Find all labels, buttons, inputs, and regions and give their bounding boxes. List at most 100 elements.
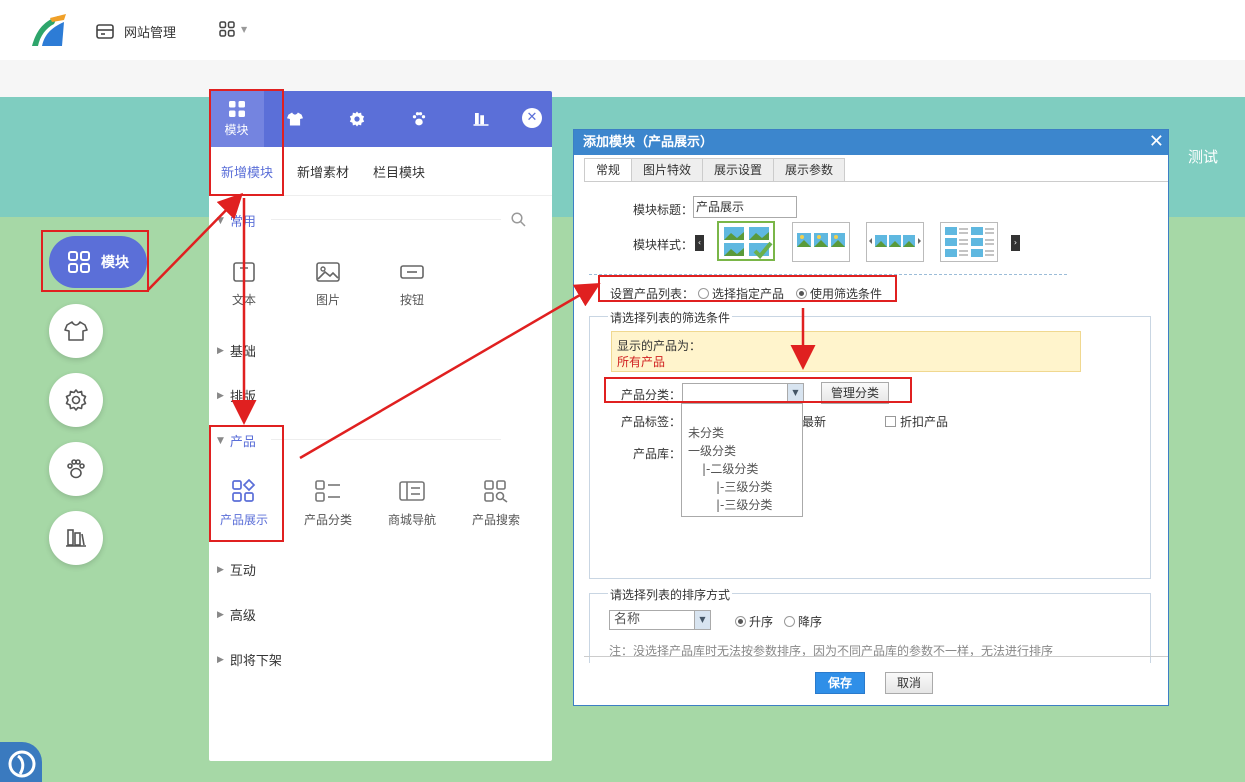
image-icon xyxy=(315,261,341,283)
module-item-image-label: 图片 xyxy=(315,293,340,307)
books-icon xyxy=(64,526,88,550)
search-icon[interactable] xyxy=(511,212,526,227)
display-products-value: 所有产品 xyxy=(617,355,666,369)
style-next-button[interactable]: › xyxy=(1011,235,1020,251)
section-soon-removed[interactable]: ▶ 即将下架 xyxy=(217,650,282,669)
monitor-icon xyxy=(96,23,114,40)
tag-newest-label[interactable]: 最新 xyxy=(802,413,826,430)
mall-nav-icon xyxy=(398,479,426,503)
category-option[interactable]: 未分类 xyxy=(688,424,802,442)
section-interact-label: 互动 xyxy=(229,564,256,579)
dock-module-button[interactable]: 模块 xyxy=(49,236,147,288)
subtab-column-module[interactable]: 栏目模块 xyxy=(361,162,437,181)
sort-field-select[interactable]: 名称 ▼ xyxy=(609,610,711,630)
annotation-box-product-list xyxy=(598,275,897,302)
module-style-label: 模块样式： xyxy=(633,238,694,252)
section-layout[interactable]: ▶ 排版 xyxy=(217,386,256,405)
bottom-brand-logo[interactable] xyxy=(0,742,42,782)
apps-menu[interactable]: ▼ xyxy=(219,21,247,37)
module-title-label: 模块标题： xyxy=(633,203,694,217)
section-soon-removed-label: 即将下架 xyxy=(229,654,282,669)
category-dropdown-list: 未分类 一级分类 |-二级分类 |-三级分类 |-三级分类 xyxy=(681,403,803,517)
caret-right-icon: ▶ xyxy=(217,654,224,665)
section-interact[interactable]: ▶ 互动 xyxy=(217,560,256,579)
site-logo[interactable] xyxy=(28,12,68,48)
annotation-box-product-section xyxy=(209,425,284,542)
button-icon xyxy=(399,261,425,283)
tag-label: 产品标签： xyxy=(621,415,682,429)
module-item-product-search[interactable]: 产品搜索 xyxy=(461,479,531,528)
subtab-new-material[interactable]: 新增素材 xyxy=(285,162,361,181)
grid-icon xyxy=(67,250,91,274)
module-item-mall-nav[interactable]: 商城导航 xyxy=(377,479,447,528)
dock-library-button[interactable] xyxy=(49,511,103,565)
sort-legend: 请选择列表的排序方式 xyxy=(608,586,733,603)
module-item-product-category-label: 产品分类 xyxy=(303,513,352,527)
radio-circle xyxy=(735,616,746,627)
dialog-tab-display-params[interactable]: 展示参数 xyxy=(773,158,846,182)
sub-bar xyxy=(0,60,1245,97)
dock-theme-button[interactable] xyxy=(49,304,103,358)
filter-legend: 请选择列表的筛选条件 xyxy=(608,309,733,326)
panel-tab-settings[interactable] xyxy=(329,91,384,147)
style-thumb-carousel[interactable] xyxy=(866,222,924,262)
library-label: 产品库： xyxy=(633,447,682,461)
panel-tab-library[interactable] xyxy=(453,91,508,147)
tag-discount-label: 折扣产品 xyxy=(900,415,949,429)
chevron-down-icon: ▼ xyxy=(241,24,248,34)
caret-right-icon: ▶ xyxy=(217,609,224,620)
dock-settings-button[interactable] xyxy=(49,373,103,427)
section-common[interactable]: ▼ 常用 xyxy=(217,211,256,230)
add-module-dialog: 添加模块（产品展示） ✕ 常规 图片特效 展示设置 展示参数 模块标题： 产品展… xyxy=(573,129,1169,706)
paw-icon xyxy=(410,110,428,128)
dialog-tab-general[interactable]: 常规 xyxy=(584,158,633,182)
text-icon xyxy=(232,261,256,283)
gear-icon xyxy=(64,388,88,412)
dock-plugin-button[interactable] xyxy=(49,442,103,496)
dialog-title: 添加模块（产品展示） ✕ xyxy=(574,130,1168,155)
sort-desc-radio[interactable]: 降序 xyxy=(784,613,822,630)
dialog-title-text: 添加模块（产品展示） xyxy=(583,135,714,150)
site-manage-menu[interactable]: 网站管理 xyxy=(96,22,176,41)
section-layout-label: 排版 xyxy=(229,390,256,405)
cancel-button[interactable]: 取消 xyxy=(885,672,933,694)
module-item-image[interactable]: 图片 xyxy=(293,261,363,308)
section-basic[interactable]: ▶ 基础 xyxy=(217,341,256,360)
module-item-product-search-label: 产品搜索 xyxy=(471,513,520,527)
section-product-line xyxy=(271,439,501,440)
annotation-box-panel-tab xyxy=(209,89,284,196)
top-bar xyxy=(0,0,1245,60)
product-category-icon xyxy=(314,479,342,503)
sort-field-value: 名称 xyxy=(614,612,641,627)
module-item-text[interactable]: 文本 xyxy=(209,261,279,308)
panel-tab-plugin[interactable] xyxy=(391,91,446,147)
tag-discount-checkbox[interactable]: 折扣产品 xyxy=(885,413,948,430)
dialog-tab-image-effect[interactable]: 图片特效 xyxy=(631,158,704,182)
style-thumb-grid[interactable] xyxy=(717,221,775,261)
paw-icon xyxy=(64,457,88,481)
checkbox-box xyxy=(885,416,896,427)
section-basic-label: 基础 xyxy=(229,345,256,360)
dialog-body: 模块标题： 产品展示 模块样式： ‹ › 设置产品列表： 选择指定产品 使用筛选… xyxy=(584,181,1168,663)
dialog-tabs: 常规 图片特效 展示设置 展示参数 xyxy=(584,158,846,182)
site-manage-label: 网站管理 xyxy=(124,26,177,41)
apps-grid-icon xyxy=(219,21,235,37)
category-option[interactable]: |-三级分类 xyxy=(688,478,802,496)
module-item-product-category[interactable]: 产品分类 xyxy=(293,479,363,528)
style-prev-button[interactable]: ‹ xyxy=(695,235,704,251)
sort-asc-radio[interactable]: 升序 xyxy=(735,613,773,630)
category-option[interactable]: |-二级分类 xyxy=(688,460,802,478)
style-thumb-list[interactable] xyxy=(940,222,998,262)
style-thumb-row[interactable] xyxy=(792,222,850,262)
dock-module-label: 模块 xyxy=(101,255,129,271)
close-icon[interactable]: ✕ xyxy=(1149,130,1164,154)
category-option[interactable]: |-三级分类 xyxy=(688,496,802,514)
section-advanced[interactable]: ▶ 高级 xyxy=(217,605,256,624)
save-button[interactable]: 保存 xyxy=(815,672,865,694)
panel-close-button[interactable]: ✕ xyxy=(522,108,542,128)
radio-circle xyxy=(784,616,795,627)
module-title-input[interactable]: 产品展示 xyxy=(693,196,797,218)
module-item-button[interactable]: 按钮 xyxy=(377,261,447,308)
dialog-tab-display-settings[interactable]: 展示设置 xyxy=(702,158,775,182)
category-option[interactable]: 一级分类 xyxy=(688,442,802,460)
